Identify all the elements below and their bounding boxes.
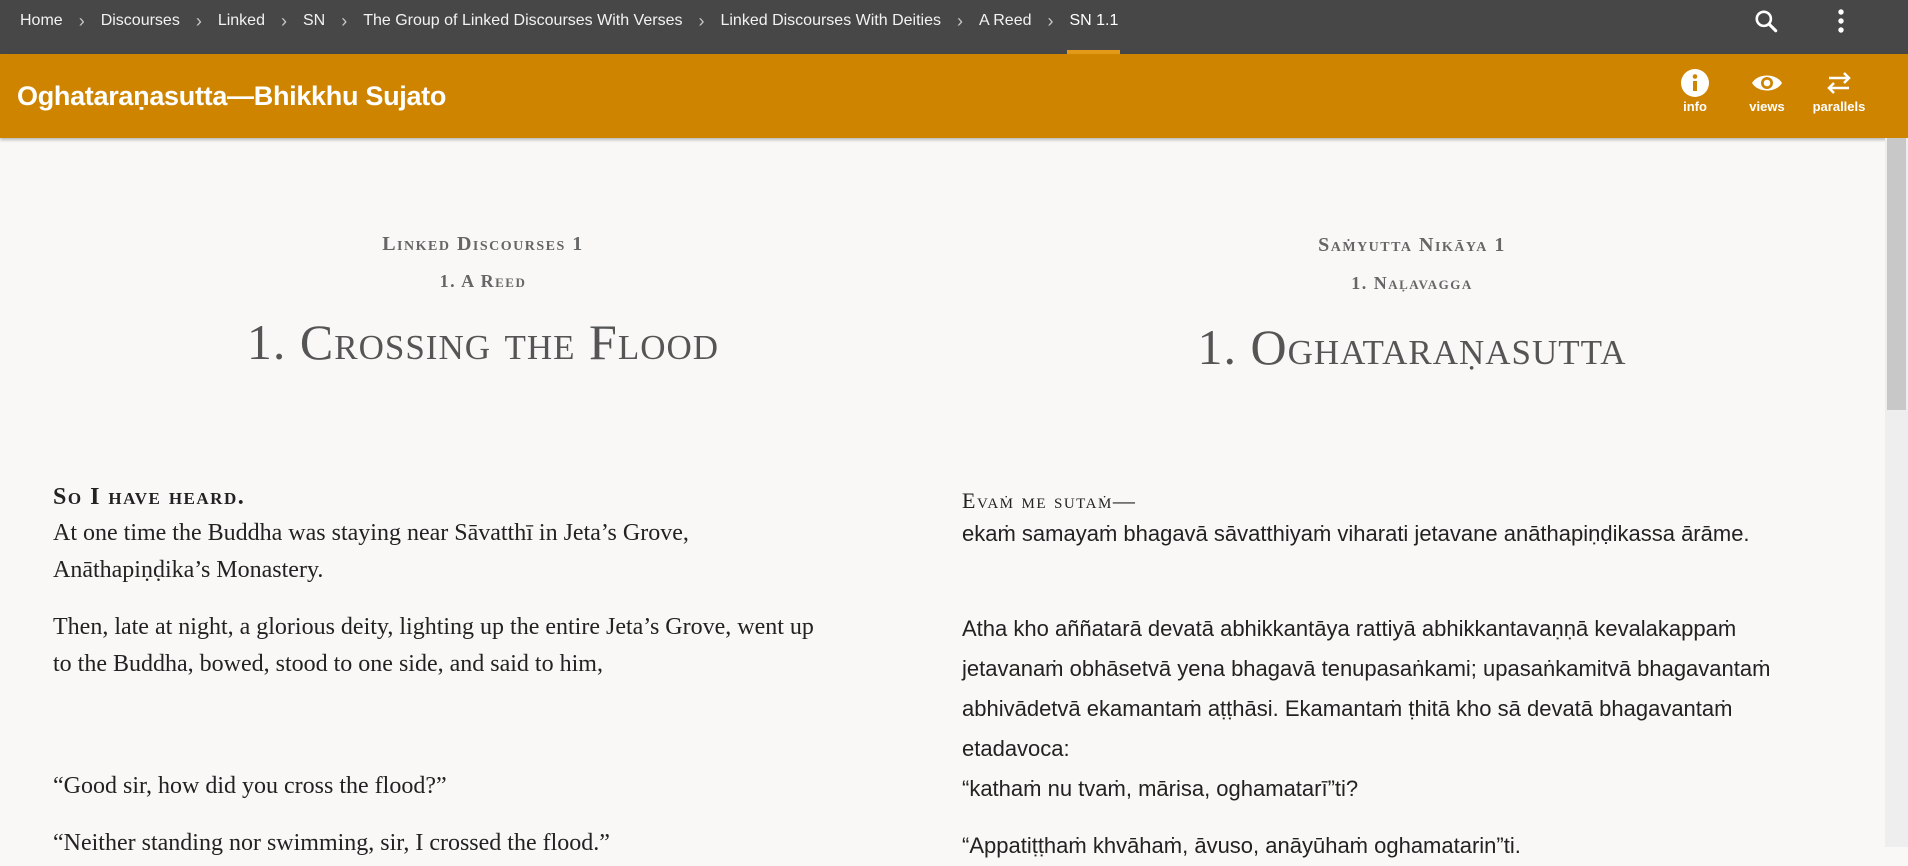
breadcrumb-group-with-verses[interactable]: The Group of Linked Discourses With Vers… <box>363 0 682 54</box>
title-bar: Oghataraṇasutta—Bhikkhu Sujato info view… <box>0 54 1908 138</box>
paragraph-2-line-1: Atha kho aññatarā devatā abhikkantāya ra… <box>962 616 1737 641</box>
sutta-title: 1. Crossing the Flood <box>246 314 720 370</box>
info-label: info <box>1683 99 1707 114</box>
scrollbar[interactable] <box>1885 138 1908 847</box>
breadcrumb-home[interactable]: Home <box>20 0 63 54</box>
vagga-heading: 1. Naḷavagga <box>1351 273 1473 293</box>
views-button[interactable]: views <box>1732 66 1802 126</box>
paragraph-3: “Good sir, how did you cross the flood?” <box>53 773 447 799</box>
scrollbar-thumb[interactable] <box>1887 138 1906 410</box>
vagga-heading: 1. A Reed <box>439 271 527 291</box>
chevron-right-icon: › <box>341 11 348 31</box>
paragraph-2-line-1: Then, late at night, a glorious deity, l… <box>53 614 814 640</box>
info-button[interactable]: info <box>1660 66 1730 126</box>
chevron-right-icon: › <box>1047 11 1054 31</box>
breadcrumb-sn[interactable]: SN <box>303 0 325 54</box>
chevron-right-icon: › <box>195 11 202 31</box>
parallels-label: parallels <box>1812 99 1866 114</box>
division-heading: Linked Discourses 1 <box>382 233 584 255</box>
paragraph-1-line-1: At one time the Buddha was staying near … <box>53 520 689 546</box>
chevron-right-icon: › <box>698 11 705 31</box>
breadcrumb-linked[interactable]: Linked <box>218 0 265 54</box>
paragraph-2-line-2: to the Buddha, bowed, stood to one side,… <box>53 651 603 677</box>
views-label: views <box>1749 99 1785 114</box>
chevron-right-icon: › <box>280 11 287 31</box>
info-icon <box>1660 66 1730 100</box>
paragraph-3: “kathaṁ nu tvaṁ, mārisa, oghamatarī”ti? <box>962 776 1359 801</box>
swap-arrows-icon <box>1804 66 1874 100</box>
paragraph-1-line-2: Anāthapiṇḍika’s Monastery. <box>53 557 324 583</box>
chevron-right-icon: › <box>78 11 85 31</box>
evam-line: So I have heard. <box>53 484 246 510</box>
chevron-right-icon: › <box>957 11 963 31</box>
paragraph-4: “Appatiṭṭhaṁ khvāhaṁ, āvuso, anāyūhaṁ og… <box>962 833 1521 858</box>
parallels-button[interactable]: parallels <box>1804 66 1874 126</box>
breadcrumb-with-deities[interactable]: Linked Discourses With Deities <box>720 0 941 54</box>
page-title: Oghataraṇasutta—Bhikkhu Sujato <box>17 81 447 111</box>
breadcrumb-sn-1-1[interactable]: SN 1.1 <box>1067 0 1121 54</box>
breadcrumb: Home › Discourses › Linked › SN › The Gr… <box>20 0 1121 54</box>
paragraph-1: ekaṁ samayaṁ bhagavā sāvatthiyaṁ viharat… <box>962 521 1750 546</box>
breadcrumb-a-reed[interactable]: A Reed <box>979 0 1031 54</box>
breadcrumb-bar: Home › Discourses › Linked › SN › The Gr… <box>0 0 1908 54</box>
eye-icon <box>1732 66 1802 100</box>
division-heading: Saṁyutta Nikāya 1 <box>1318 234 1506 256</box>
more-vert-icon[interactable] <box>1816 0 1866 42</box>
search-icon[interactable] <box>1741 0 1791 42</box>
breadcrumb-discourses[interactable]: Discourses <box>101 0 180 54</box>
paragraph-2-line-4: etadavoca: <box>962 736 1070 761</box>
paragraph-4: “Neither standing nor swimming, sir, I c… <box>53 830 610 856</box>
sutta-title: 1. Oghataraṇasutta <box>1197 319 1627 375</box>
paragraph-2-line-2: jetavanaṁ obhāsetvā yena bhagavā tenupas… <box>962 656 1771 681</box>
paragraph-2-line-3: abhivādetvā ekamantaṁ aṭṭhāsi. Ekamantaṁ… <box>962 696 1733 721</box>
